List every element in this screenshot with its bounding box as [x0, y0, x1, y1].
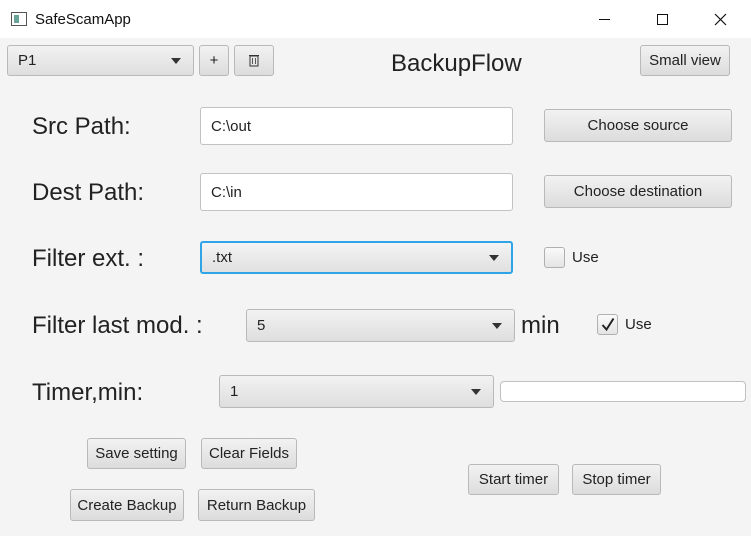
filter-mod-use-label: Use [625, 316, 652, 333]
filter-ext-label: Filter ext. : [32, 245, 145, 272]
maximize-button[interactable] [640, 0, 684, 38]
choose-destination-button[interactable]: Choose destination [544, 175, 732, 208]
trash-icon [249, 55, 259, 67]
filter-mod-value: 5 [257, 317, 266, 334]
checkmark-icon [601, 317, 615, 332]
maximize-icon [656, 13, 668, 25]
filter-ext-value: .txt [212, 249, 233, 266]
filter-ext-select[interactable]: .txt [200, 241, 513, 274]
minimize-icon [598, 18, 610, 20]
save-setting-button[interactable]: Save setting [87, 438, 186, 469]
destination-path-label: Dest Path: [32, 179, 145, 206]
filter-mod-use-checkbox[interactable] [597, 314, 618, 335]
filter-ext-use-label: Use [572, 249, 599, 266]
filter-mod-unit: min [521, 312, 560, 339]
delete-profile-button[interactable] [234, 45, 274, 76]
start-timer-button[interactable]: Start timer [468, 464, 559, 495]
destination-path-field[interactable]: C:\in [200, 173, 513, 211]
timer-label: Timer,min: [32, 379, 144, 406]
minimize-button[interactable] [582, 0, 626, 38]
chevron-down-icon [489, 254, 499, 261]
app-window: SafeScamApp P1 + BackupFlow Small view S… [0, 0, 751, 536]
create-backup-button[interactable]: Create Backup [70, 489, 184, 521]
return-backup-button[interactable]: Return Backup [198, 489, 315, 521]
stop-timer-button[interactable]: Stop timer [572, 464, 661, 495]
source-path-label: Src Path: [32, 113, 131, 140]
app-heading: BackupFlow [391, 50, 522, 77]
small-view-button[interactable]: Small view [640, 45, 730, 76]
source-path-field[interactable]: C:\out [200, 107, 513, 145]
add-profile-button[interactable]: + [199, 45, 229, 76]
close-icon [714, 13, 726, 25]
window-title: SafeScamApp [35, 11, 131, 28]
filter-mod-label: Filter last mod. : [32, 312, 203, 339]
timer-progress-bar [500, 381, 746, 402]
chevron-down-icon [171, 57, 181, 64]
profile-select-value: P1 [18, 52, 37, 69]
profile-select[interactable]: P1 [7, 45, 194, 76]
chevron-down-icon [492, 322, 502, 329]
title-bar: SafeScamApp [0, 0, 751, 38]
clear-fields-button[interactable]: Clear Fields [201, 438, 297, 469]
timer-value: 1 [230, 383, 239, 400]
choose-source-button[interactable]: Choose source [544, 109, 732, 142]
timer-select[interactable]: 1 [219, 375, 494, 408]
close-button[interactable] [698, 0, 742, 38]
filter-mod-select[interactable]: 5 [246, 309, 515, 342]
chevron-down-icon [471, 388, 481, 395]
app-icon [11, 12, 27, 26]
filter-ext-use-checkbox[interactable] [544, 247, 565, 268]
